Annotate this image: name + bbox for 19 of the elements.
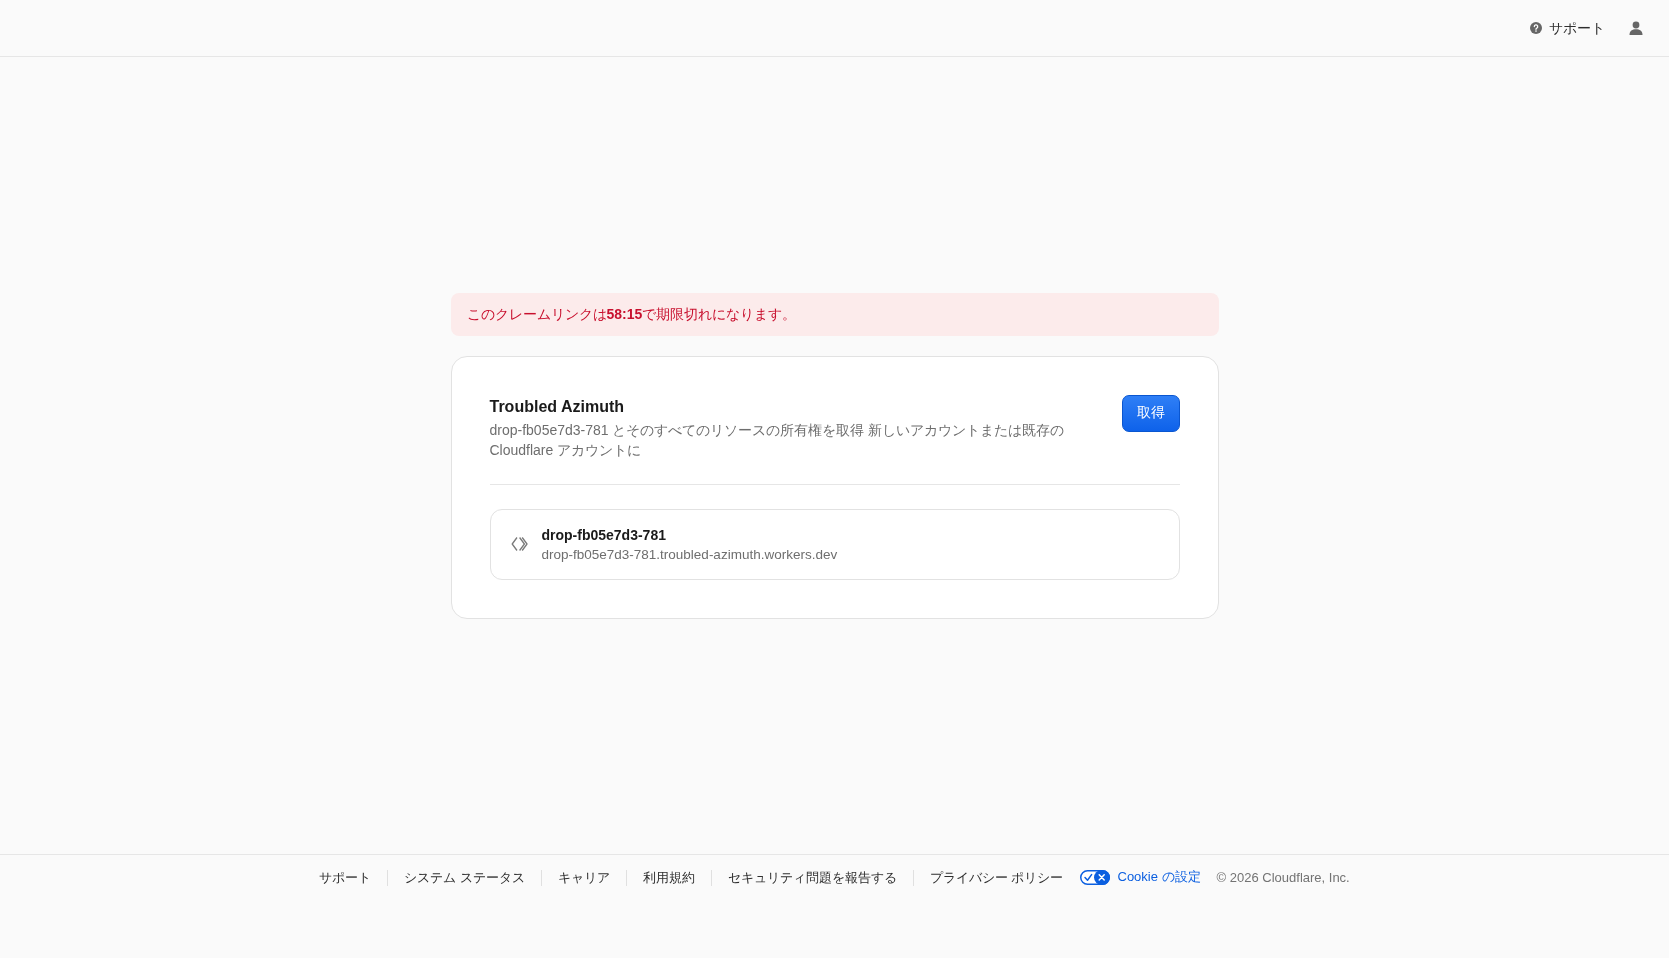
resource-name: drop-fb05e7d3-781 [541,525,666,545]
angle-brackets-icon [510,535,528,553]
copyright-text: © 2026 Cloudflare, Inc. [1216,869,1350,887]
check-cross-toggle-icon [1079,869,1110,885]
footer-link[interactable]: 利用規約 [642,867,695,889]
claim-button[interactable]: 取得 [1121,394,1180,432]
claim-description: drop-fb05e7d3-781 とそのすべてのリソースの所有権を取得 新しいアカウントまたは既存の Cloudflare アカウントに [489,420,1066,460]
footer-link[interactable]: システム ステータス [404,867,525,889]
footer-link[interactable]: キャリア [557,867,610,889]
support-link[interactable]: サポート [1530,18,1605,38]
help-icon [1530,22,1542,34]
expiry-message: このクレームリンクは58:15で期限切れになります。 [466,304,797,324]
user-icon[interactable] [1629,21,1643,35]
cookie-settings-link[interactable]: Cookie の設定 [1079,867,1201,887]
footer-link[interactable]: プライバシー ポリシー [929,867,1064,889]
project-title: Troubled Azimuth [489,396,624,417]
resource-url: drop-fb05e7d3-781.troubled-azimuth.workers.dev [541,545,838,564]
footer-link[interactable]: サポート [319,867,372,889]
footer-link[interactable]: セキュリティ問題を報告する [727,867,897,889]
